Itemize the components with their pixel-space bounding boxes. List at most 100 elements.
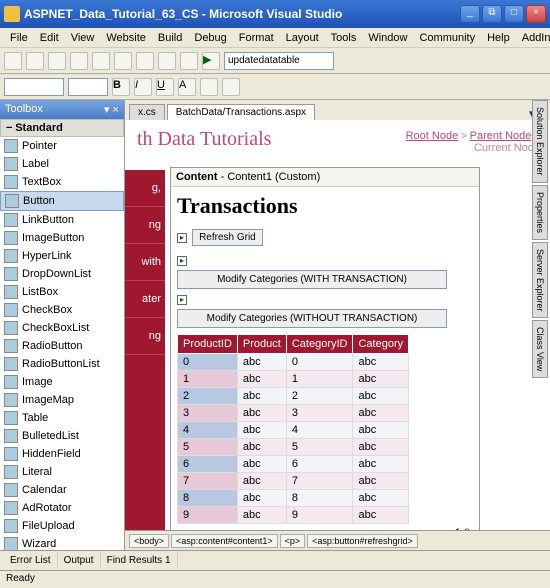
toolbox-item-linkbutton[interactable]: LinkButton [0,211,124,229]
content-placeholder[interactable]: Content - Content1 (Custom) Transactions… [170,167,480,530]
undo-icon[interactable] [158,52,176,70]
toolbox-item-image[interactable]: Image [0,373,124,391]
page-link[interactable]: 2 [464,527,470,530]
new-icon[interactable] [4,52,22,70]
italic-icon[interactable]: I [134,78,152,96]
table-row[interactable]: 1abc1abc [178,371,409,388]
bottom-tab[interactable]: Output [58,553,101,568]
table-row[interactable]: 4abc4abc [178,422,409,439]
underline-icon[interactable]: U [156,78,174,96]
toolbox-item-checkboxlist[interactable]: CheckBoxList [0,319,124,337]
toolbox-item-fileupload[interactable]: FileUpload [0,517,124,535]
toolbox-item-dropdownlist[interactable]: DropDownList [0,265,124,283]
menu-addins[interactable]: AddIns [516,30,550,45]
toolbox-item-bulletedlist[interactable]: BulletedList [0,427,124,445]
pin-icon[interactable]: ▾ × [104,103,119,116]
cut-icon[interactable] [92,52,110,70]
bc-parent[interactable]: Parent Node [470,130,532,142]
bottom-tab[interactable]: Find Results 1 [101,553,178,568]
toolbox-item-textbox[interactable]: TextBox [0,173,124,191]
smart-tag-icon[interactable]: ▸ [177,295,187,305]
toolbox-item-hiddenfield[interactable]: HiddenField [0,445,124,463]
tag-path-item[interactable]: <body> [129,534,169,548]
toolbox-item-listbox[interactable]: ListBox [0,283,124,301]
minimize-button[interactable]: _ [460,5,480,23]
toolbox-category[interactable]: − Standard [0,119,124,137]
size-combo[interactable] [68,78,108,96]
with-transaction-button[interactable]: Modify Categories (WITH TRANSACTION) [177,270,447,289]
menu-view[interactable]: View [65,30,101,45]
menu-edit[interactable]: Edit [34,30,65,45]
toolbox-item-calendar[interactable]: Calendar [0,481,124,499]
design-surface[interactable]: th Data Tutorials Root Node > Parent Nod… [125,120,550,530]
table-row[interactable]: 8abc8abc [178,490,409,507]
nav-item[interactable]: ng [125,207,165,244]
smart-tag-icon[interactable]: ▸ [177,233,187,243]
nav-item[interactable]: g, [125,170,165,207]
bold-icon[interactable]: B [112,78,130,96]
toolbox-item-radiobutton[interactable]: RadioButton [0,337,124,355]
menu-tools[interactable]: Tools [325,30,363,45]
toolbox-item-button[interactable]: Button [0,191,124,211]
tag-path-item[interactable]: <p> [280,534,306,548]
menu-format[interactable]: Format [233,30,280,45]
toolbox-item-radiobuttonlist[interactable]: RadioButtonList [0,355,124,373]
redo-icon[interactable] [180,52,198,70]
close-button[interactable]: × [526,5,546,23]
side-tab-properties[interactable]: Properties [532,185,548,240]
side-tab-solution-explorer[interactable]: Solution Explorer [532,100,548,183]
without-transaction-button[interactable]: Modify Categories (WITHOUT TRANSACTION) [177,309,447,328]
menu-website[interactable]: Website [100,30,152,45]
menu-window[interactable]: Window [362,30,413,45]
tag-path-item[interactable]: <asp:button#refreshgrid> [307,534,418,548]
refresh-button[interactable]: Refresh Grid [192,229,263,246]
col-header[interactable]: CategoryID [286,335,353,354]
nav-item[interactable]: ater [125,281,165,318]
toolbox-item-imagebutton[interactable]: ImageButton [0,229,124,247]
menu-community[interactable]: Community [413,30,481,45]
menu-debug[interactable]: Debug [188,30,232,45]
toolbox-item-adrotator[interactable]: AdRotator [0,499,124,517]
align-center-icon[interactable] [222,78,240,96]
nav-item[interactable]: with [125,244,165,281]
bc-root[interactable]: Root Node [406,130,459,142]
restore-button[interactable]: ⧉ [482,5,502,23]
table-row[interactable]: 9abc9abc [178,507,409,524]
col-header[interactable]: ProductID [178,335,238,354]
tag-path-item[interactable]: <asp:content#content1> [171,534,278,548]
table-row[interactable]: 6abc6abc [178,456,409,473]
toolbox-item-imagemap[interactable]: ImageMap [0,391,124,409]
saveall-icon[interactable] [70,52,88,70]
menu-layout[interactable]: Layout [280,30,325,45]
open-icon[interactable] [26,52,44,70]
toolbox-item-table[interactable]: Table [0,409,124,427]
smart-tag-icon[interactable]: ▸ [177,256,187,266]
table-row[interactable]: 2abc2abc [178,388,409,405]
config-combo[interactable] [224,52,334,70]
col-header[interactable]: Category [353,335,409,354]
menu-file[interactable]: File [4,30,34,45]
font-combo[interactable] [4,78,64,96]
table-row[interactable]: 7abc7abc [178,473,409,490]
align-left-icon[interactable] [200,78,218,96]
side-tab-class-view[interactable]: Class View [532,320,548,378]
color-icon[interactable]: A [178,78,196,96]
gridview[interactable]: ProductIDProductCategoryIDCategory 0abc0… [177,334,409,524]
nav-item[interactable]: ng [125,318,165,355]
copy-icon[interactable] [114,52,132,70]
tab-inactive[interactable]: x.cs [129,104,165,120]
toolbox-item-literal[interactable]: Literal [0,463,124,481]
toolbox-item-label[interactable]: Label [0,155,124,173]
bottom-tab[interactable]: Error List [4,553,58,568]
toolbox-item-wizard[interactable]: Wizard [0,535,124,550]
save-icon[interactable] [48,52,66,70]
toolbox-item-hyperlink[interactable]: HyperLink [0,247,124,265]
paste-icon[interactable] [136,52,154,70]
table-row[interactable]: 5abc5abc [178,439,409,456]
tab-active[interactable]: BatchData/Transactions.aspx [167,104,315,120]
toolbox-item-pointer[interactable]: Pointer [0,137,124,155]
menu-help[interactable]: Help [481,30,516,45]
side-tab-server-explorer[interactable]: Server Explorer [532,242,548,319]
toolbox-item-checkbox[interactable]: CheckBox [0,301,124,319]
run-icon[interactable]: ▶ [202,52,220,70]
